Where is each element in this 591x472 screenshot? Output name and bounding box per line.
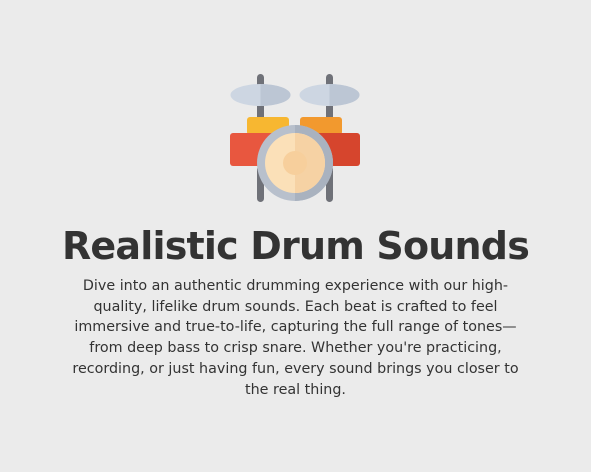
feature-title: Realistic Drum Sounds xyxy=(61,224,530,268)
drum-kit-icon xyxy=(230,74,360,202)
feature-card: Realistic Drum Sounds Dive into an authe… xyxy=(0,0,591,472)
feature-description: Dive into an authentic drumming experien… xyxy=(72,278,519,398)
